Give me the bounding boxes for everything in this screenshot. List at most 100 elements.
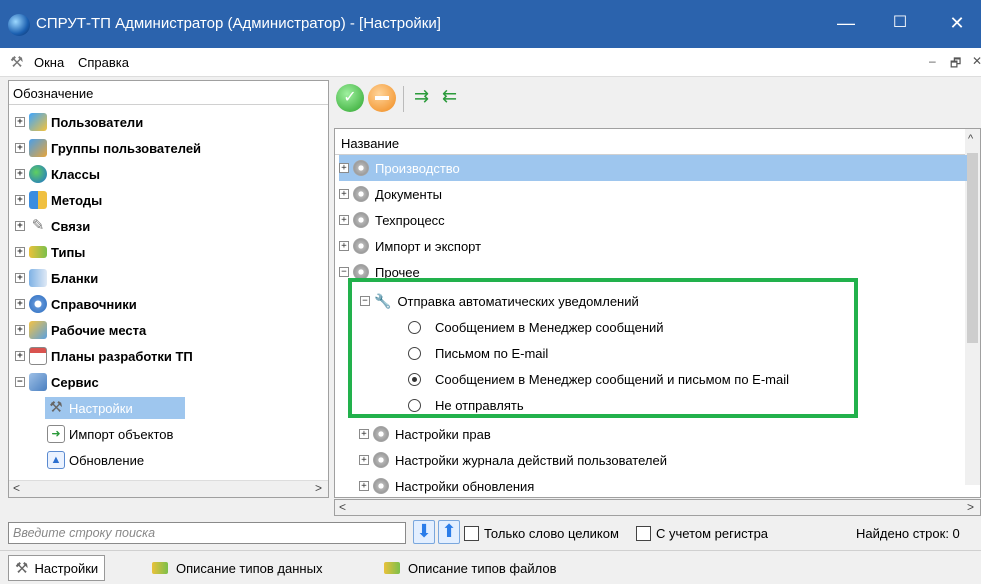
expand-icon[interactable]: + bbox=[359, 429, 369, 439]
tree-item-types[interactable]: + Типы bbox=[15, 241, 85, 263]
expand-icon[interactable]: + bbox=[339, 241, 349, 251]
whole-word-label: Только слово целиком bbox=[484, 526, 619, 541]
types-icon bbox=[152, 562, 168, 574]
scroll-left-icon[interactable]: < bbox=[13, 481, 20, 495]
expand-icon[interactable]: + bbox=[15, 299, 25, 309]
tree-item-update[interactable]: ▲ Обновление bbox=[47, 449, 144, 471]
gear-icon bbox=[353, 186, 369, 202]
menu-bar: ⚒ Окна Справка – 🗗 ✕ bbox=[0, 48, 981, 77]
tree-item-users[interactable]: + Пользователи bbox=[15, 111, 143, 133]
collapse-icon[interactable]: − bbox=[360, 296, 370, 306]
wrench-icon: 🔧 bbox=[374, 292, 392, 309]
search-input[interactable]: Введите строку поиска bbox=[8, 522, 406, 544]
radio-manager-and-email[interactable] bbox=[408, 372, 421, 386]
expand-icon[interactable]: + bbox=[15, 273, 25, 283]
grid-row-documents[interactable]: + Документы bbox=[339, 181, 971, 207]
grid-horizontal-scrollbar[interactable]: < > bbox=[334, 499, 981, 516]
tree-item-forms[interactable]: + Бланки bbox=[15, 267, 98, 289]
tree-item-import-objects[interactable]: ➜ Импорт объектов bbox=[47, 423, 173, 445]
whole-word-checkbox[interactable] bbox=[464, 526, 479, 541]
notify-option-manager-and-email[interactable]: Сообщением в Менеджер сообщений и письмо… bbox=[408, 366, 848, 392]
tree-item-links[interactable]: + ✎ Связи bbox=[15, 215, 90, 237]
match-case-checkbox[interactable] bbox=[636, 526, 651, 541]
menu-windows[interactable]: Окна bbox=[34, 55, 64, 70]
grid-row-techprocess[interactable]: + Техпроцесс bbox=[339, 207, 971, 233]
grid-row-notifications[interactable]: − 🔧 Отправка автоматических уведомлений bbox=[360, 288, 840, 314]
close-button[interactable]: ✕ bbox=[933, 0, 981, 48]
expand-icon[interactable]: + bbox=[359, 481, 369, 491]
notify-option-manager[interactable]: Сообщением в Менеджер сообщений bbox=[408, 314, 848, 340]
mdi-minimize-button[interactable]: – bbox=[929, 54, 936, 68]
mdi-restore-button[interactable]: 🗗 bbox=[950, 54, 961, 75]
highlight-notifications-group: − 🔧 Отправка автоматических уведомлений … bbox=[348, 278, 858, 418]
expand-icon[interactable]: + bbox=[15, 247, 25, 257]
expand-all-icon[interactable]: ⇉ bbox=[414, 86, 429, 107]
tree-item-methods[interactable]: + Методы bbox=[15, 189, 102, 211]
expand-icon[interactable]: + bbox=[15, 169, 25, 179]
globe-icon bbox=[29, 165, 47, 183]
minus-icon bbox=[375, 96, 389, 100]
expand-icon[interactable]: + bbox=[15, 325, 25, 335]
minimize-button[interactable]: — bbox=[822, 0, 870, 48]
grid-row-import-export[interactable]: + Импорт и экспорт bbox=[339, 233, 971, 259]
search-up-button[interactable]: ⬆ bbox=[438, 520, 460, 544]
tab-data-types[interactable]: Описание типов данных bbox=[146, 555, 328, 581]
expand-icon[interactable]: + bbox=[339, 189, 349, 199]
grid-row-journal-settings[interactable]: + Настройки журнала действий пользовател… bbox=[359, 447, 980, 473]
radio-none[interactable] bbox=[408, 398, 421, 412]
tree-horizontal-scrollbar[interactable]: < > bbox=[9, 480, 328, 497]
window-tabs: ⚒ Настройки Описание типов данных Описан… bbox=[0, 550, 981, 584]
scroll-left-icon[interactable]: < bbox=[339, 500, 346, 514]
apply-button[interactable]: ✓ bbox=[336, 84, 364, 112]
grid-row-update-settings[interactable]: + Настройки обновления bbox=[359, 473, 980, 497]
gear-icon bbox=[353, 212, 369, 228]
collapse-all-icon[interactable]: ⇇ bbox=[442, 86, 457, 107]
notify-option-none[interactable]: Не отправлять bbox=[408, 392, 848, 418]
tree-item-workplaces[interactable]: + Рабочие места bbox=[15, 319, 146, 341]
app-logo-icon bbox=[8, 14, 30, 36]
tools-icon: ⚒ bbox=[10, 54, 24, 71]
tree-item-development-plans[interactable]: + Планы разработки ТП bbox=[15, 345, 193, 367]
expand-icon[interactable]: + bbox=[15, 351, 25, 361]
tab-file-types[interactable]: Описание типов файлов bbox=[378, 555, 562, 581]
tree-item-directories[interactable]: + Справочники bbox=[15, 293, 137, 315]
expand-icon[interactable]: + bbox=[15, 117, 25, 127]
scroll-right-icon[interactable]: > bbox=[315, 481, 322, 495]
import-icon: ➜ bbox=[47, 425, 65, 443]
menu-help[interactable]: Справка bbox=[78, 55, 129, 70]
tree-item-service[interactable]: − Сервис bbox=[15, 371, 99, 393]
expand-icon[interactable]: + bbox=[339, 215, 349, 225]
notify-option-email[interactable]: Письмом по E-mail bbox=[408, 340, 848, 366]
radio-email[interactable] bbox=[408, 346, 421, 360]
paperclip-icon: ✎ bbox=[31, 217, 45, 234]
tree-item-settings[interactable]: ⚒ Настройки bbox=[45, 397, 185, 419]
collapse-icon[interactable]: − bbox=[15, 377, 25, 387]
expand-icon[interactable]: + bbox=[339, 163, 349, 173]
settings-tools-icon: ⚒ bbox=[49, 399, 63, 416]
radio-manager[interactable] bbox=[408, 320, 421, 334]
gear-icon bbox=[373, 426, 389, 442]
scroll-right-icon[interactable]: > bbox=[967, 500, 974, 514]
cancel-button[interactable] bbox=[368, 84, 396, 112]
expand-icon[interactable]: + bbox=[15, 143, 25, 153]
gear-icon bbox=[373, 478, 389, 494]
expand-icon[interactable]: + bbox=[15, 195, 25, 205]
search-down-button[interactable]: ⬇ bbox=[413, 520, 435, 544]
mdi-close-button[interactable]: ✕ bbox=[972, 54, 981, 68]
gear-icon bbox=[353, 160, 369, 176]
user-groups-icon bbox=[29, 139, 47, 157]
types-icon bbox=[384, 562, 400, 574]
match-case-label: С учетом регистра bbox=[656, 526, 769, 541]
expand-icon[interactable]: + bbox=[359, 455, 369, 465]
grid-row-rights-settings[interactable]: + Настройки прав bbox=[359, 421, 980, 447]
methods-icon bbox=[29, 191, 47, 209]
tab-settings[interactable]: ⚒ Настройки bbox=[8, 555, 106, 581]
scroll-up-icon[interactable]: ^ bbox=[968, 133, 973, 145]
collapse-icon[interactable]: − bbox=[339, 267, 349, 277]
tree-item-classes[interactable]: + Классы bbox=[15, 163, 100, 185]
grid-row-production[interactable]: + Производство bbox=[339, 155, 967, 181]
service-icon bbox=[29, 373, 47, 391]
maximize-button[interactable]: ☐ bbox=[876, 0, 924, 48]
expand-icon[interactable]: + bbox=[15, 221, 25, 231]
tree-item-user-groups[interactable]: + Группы пользователей bbox=[15, 137, 201, 159]
